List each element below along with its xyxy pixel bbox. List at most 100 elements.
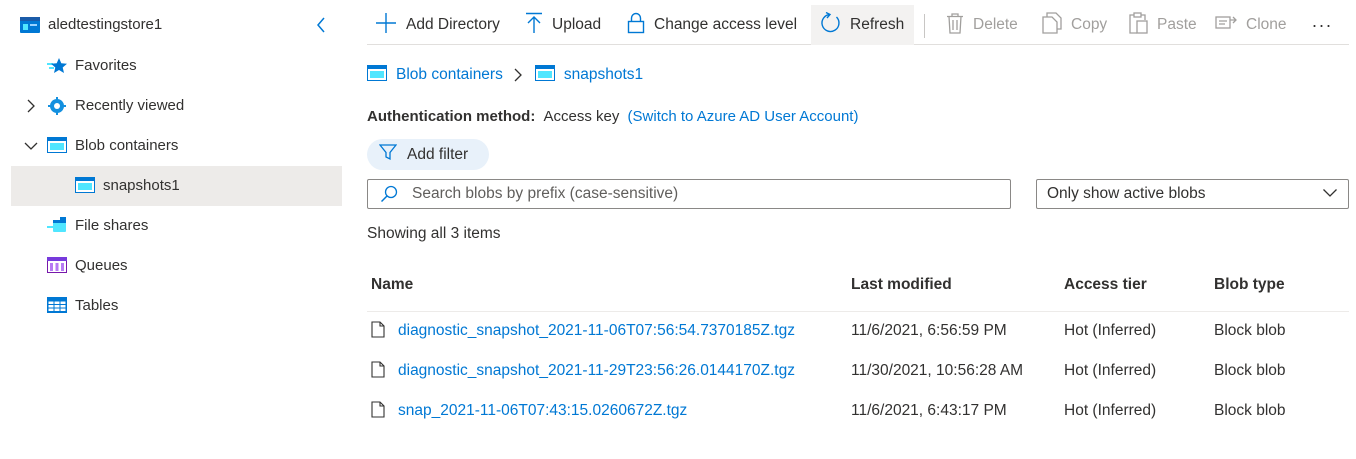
table-row[interactable]: diagnostic_snapshot_2021-11-29T23:56:26.… (367, 352, 1349, 392)
container-icon (367, 64, 387, 86)
paste-icon (1128, 11, 1148, 39)
blob-access-tier: Hot (Inferred) (1064, 402, 1157, 419)
file-icon (371, 401, 385, 418)
queue-icon (47, 257, 67, 275)
sidebar-item-label: Favorites (75, 57, 137, 74)
sidebar-item-snapshots1[interactable]: snapshots1 (11, 166, 342, 206)
chevron-right-icon (513, 67, 523, 83)
blob-access-tier: Hot (Inferred) (1064, 362, 1157, 379)
table-row[interactable]: snap_2021-11-06T07:43:15.0260672Z.tgz 11… (367, 392, 1349, 432)
filter-icon (378, 143, 398, 166)
add-directory-button[interactable]: Add Directory (367, 5, 508, 45)
delete-label: Delete (973, 16, 1018, 33)
copy-button[interactable]: Copy (1034, 5, 1115, 45)
add-filter-label: Add filter (407, 145, 469, 163)
blob-state-dropdown[interactable]: Only show active blobs (1036, 179, 1349, 209)
blob-type: Block blob (1214, 402, 1286, 419)
copy-label: Copy (1071, 16, 1108, 33)
blob-list: Name Last modified Access tier Blob type… (367, 264, 1349, 432)
upload-icon (525, 12, 543, 39)
lock-icon (627, 12, 645, 39)
breadcrumb-current-label: snapshots1 (563, 66, 644, 83)
breadcrumb-blob-containers[interactable]: Blob containers (367, 64, 503, 86)
blob-state-selected: Only show active blobs (1047, 185, 1206, 202)
blob-last-modified: 11/6/2021, 6:56:59 PM (851, 322, 1007, 339)
blob-type: Block blob (1214, 322, 1286, 339)
plus-icon (375, 12, 397, 39)
upload-label: Upload (552, 16, 602, 33)
toolbar-divider (924, 14, 925, 38)
collapse-sidebar-button[interactable] (312, 14, 330, 36)
blob-name-link[interactable]: diagnostic_snapshot_2021-11-06T07:56:54.… (398, 322, 795, 340)
table-header: Name Last modified Access tier Blob type (367, 264, 1349, 312)
column-header-access-tier[interactable]: Access tier (1064, 276, 1147, 294)
search-blobs-input[interactable] (412, 185, 992, 203)
switch-auth-link[interactable]: (Switch to Azure AD User Account) (628, 108, 859, 125)
sidebar-item-blob-containers[interactable]: Blob containers (11, 126, 342, 166)
trash-icon (946, 12, 964, 39)
sidebar-item-label: Recently viewed (75, 97, 185, 114)
upload-button[interactable]: Upload (517, 5, 609, 45)
storage-account-name: aledtestingstore1 (48, 16, 163, 33)
sidebar-item-queues[interactable]: Queues (11, 246, 342, 286)
file-icon (371, 321, 385, 338)
chevron-down-icon (1322, 185, 1338, 203)
sidebar-item-label: Queues (75, 257, 128, 274)
storage-account-header[interactable]: aledtestingstore1 (0, 6, 342, 44)
blob-last-modified: 11/30/2021, 10:56:28 AM (851, 362, 1024, 379)
sidebar-item-label: File shares (75, 217, 149, 234)
more-options-button[interactable]: ··· (1307, 5, 1337, 45)
breadcrumb-root-label: Blob containers (396, 66, 503, 83)
sidebar-item-label: Tables (75, 297, 119, 314)
blob-access-tier: Hot (Inferred) (1064, 322, 1157, 339)
sidebar-item-tables[interactable]: Tables (11, 286, 342, 326)
clone-icon (1215, 14, 1237, 37)
table-row[interactable]: diagnostic_snapshot_2021-11-06T07:56:54.… (367, 312, 1349, 352)
paste-button[interactable]: Paste (1120, 5, 1205, 45)
refresh-icon (819, 11, 841, 39)
container-icon (534, 64, 555, 86)
sidebar: aledtestingstore1 Favorites Recently vie… (0, 0, 342, 459)
container-icon (47, 137, 67, 155)
blob-last-modified: 11/6/2021, 6:43:17 PM (851, 402, 1007, 419)
sidebar-item-label: Blob containers (75, 137, 179, 154)
clone-button[interactable]: Clone (1207, 5, 1295, 45)
auth-method-label: Authentication method: (367, 108, 536, 125)
table-icon (47, 297, 67, 315)
breadcrumb: Blob containers snapshots1 (367, 64, 643, 86)
breadcrumb-snapshots1[interactable]: snapshots1 (534, 64, 644, 86)
star-icon (47, 57, 67, 75)
add-directory-label: Add Directory (406, 16, 500, 33)
gear-icon (47, 97, 67, 115)
sidebar-item-favorites[interactable]: Favorites (11, 46, 342, 86)
refresh-button[interactable]: Refresh (811, 5, 914, 45)
auth-method-value: Access key (543, 108, 620, 125)
item-count: Showing all 3 items (367, 225, 501, 242)
column-header-last-modified[interactable]: Last modified (851, 276, 952, 294)
column-header-name[interactable]: Name (371, 276, 413, 294)
chevron-right-icon[interactable] (23, 98, 39, 114)
clone-label: Clone (1246, 16, 1287, 33)
sidebar-item-recently-viewed[interactable]: Recently viewed (11, 86, 342, 126)
file-icon (371, 361, 385, 378)
blob-name-link[interactable]: snap_2021-11-06T07:43:15.0260672Z.tgz (398, 402, 687, 420)
add-filter-button[interactable]: Add filter (367, 139, 489, 170)
container-icon (75, 177, 95, 195)
blob-type: Block blob (1214, 362, 1286, 379)
authentication-method: Authentication method: Access key (Switc… (367, 108, 858, 125)
search-icon (380, 185, 398, 203)
refresh-label: Refresh (850, 16, 905, 33)
paste-label: Paste (1157, 16, 1197, 33)
search-blobs-box (367, 179, 1011, 209)
blob-name-link[interactable]: diagnostic_snapshot_2021-11-29T23:56:26.… (398, 362, 795, 380)
sidebar-item-file-shares[interactable]: File shares (11, 206, 342, 246)
delete-button[interactable]: Delete (938, 5, 1026, 45)
sidebar-item-label: snapshots1 (103, 177, 180, 194)
chevron-down-icon[interactable] (23, 138, 39, 154)
change-access-label: Change access level (654, 16, 798, 33)
column-header-blob-type[interactable]: Blob type (1214, 276, 1285, 294)
file-share-icon (47, 217, 67, 235)
copy-icon (1042, 11, 1062, 39)
change-access-level-button[interactable]: Change access level (619, 5, 805, 45)
command-bar: Add Directory Upload Change access level… (367, 5, 1349, 45)
